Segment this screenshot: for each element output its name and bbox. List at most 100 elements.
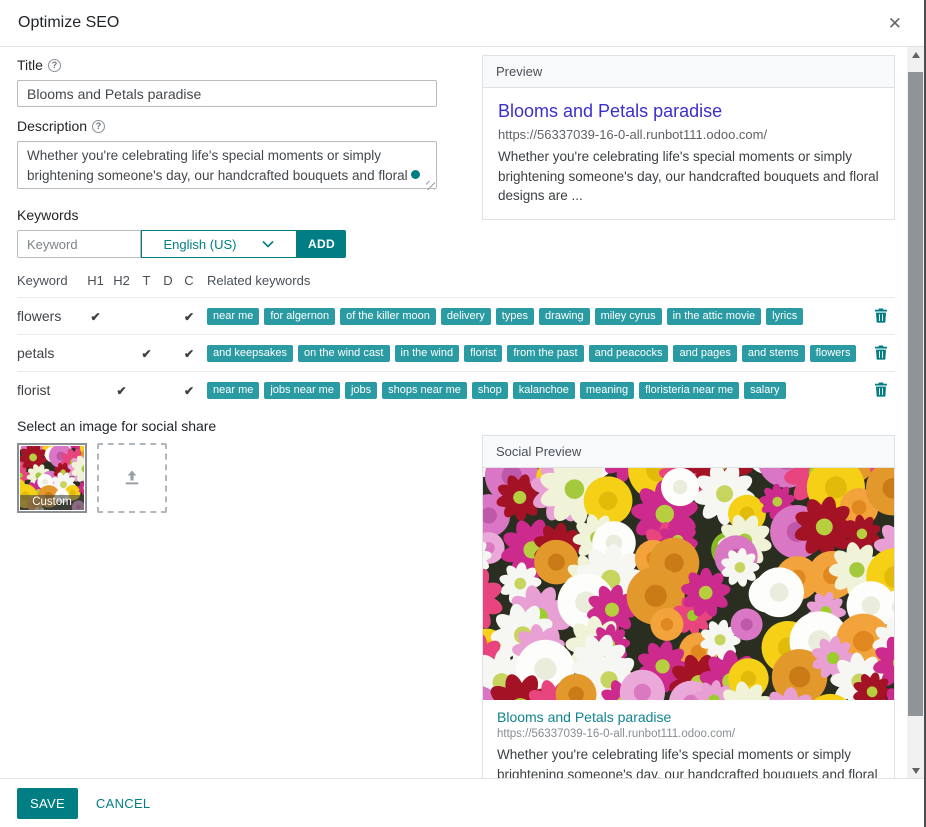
title-input[interactable]	[17, 80, 437, 107]
chevron-down-icon	[262, 240, 274, 248]
language-select[interactable]: English (US)	[141, 230, 297, 258]
check-h1: ✔	[83, 308, 108, 324]
dialog-footer: SAVE CANCEL	[0, 778, 924, 827]
related-keyword-tag[interactable]: and keepsakes	[207, 345, 293, 362]
col-d: D	[158, 273, 178, 288]
related-keywords: and keepsakes on the wind cast in the wind…	[207, 345, 873, 362]
check-t: ✔	[135, 345, 158, 361]
social-select-label-text: Select an image for social share	[17, 418, 216, 434]
keyword-input[interactable]	[17, 230, 141, 258]
social-preview-title: Blooms and Petals paradise	[497, 709, 880, 725]
close-icon[interactable]: ✕	[884, 13, 906, 34]
delete-keyword-button[interactable]	[873, 345, 889, 361]
related-keyword-tag[interactable]: kalanchoe	[513, 382, 575, 399]
preview-result-url: https://56337039-16-0-all.runbot111.odoo…	[498, 127, 879, 142]
related-keyword-tag[interactable]: salary	[744, 382, 785, 399]
scrollbar-up-arrow[interactable]	[907, 47, 924, 62]
dialog-body: Title ? Description ? Keywords	[0, 47, 924, 778]
language-select-value: English (US)	[164, 237, 237, 252]
title-label: Title ?	[17, 57, 437, 73]
title-label-text: Title	[17, 57, 43, 73]
social-select-label: Select an image for social share	[17, 418, 216, 434]
scrollbar	[907, 47, 924, 778]
related-keyword-tag[interactable]: miley cyrus	[595, 308, 662, 325]
related-keyword-tag[interactable]: for algernon	[264, 308, 335, 325]
social-preview-image	[483, 468, 894, 700]
social-preview-panel: Social Preview Blooms and Petals paradis…	[482, 435, 895, 778]
related-keyword-tag[interactable]: floristeria near me	[639, 382, 739, 399]
add-keyword-button[interactable]: ADD	[297, 230, 346, 258]
preview-result-title: Blooms and Petals paradise	[498, 101, 879, 122]
checkmark-icon: ✔	[141, 347, 151, 361]
description-textarea[interactable]	[17, 141, 437, 189]
related-keyword-tag[interactable]: florist	[464, 345, 502, 362]
preview-panel-header: Preview	[483, 56, 894, 88]
preview-panel: Preview Blooms and Petals paradise https…	[482, 55, 895, 220]
keyword-rows: flowers ✔ ✔ near me for algernon of the kille…	[17, 297, 895, 408]
keyword-cell: florist	[17, 382, 83, 398]
checkmark-icon: ✔	[184, 310, 194, 324]
keyword-table-row: florist ✔ ✔ near me jobs near me jobs shops ne…	[17, 371, 895, 408]
resize-grip-icon[interactable]	[426, 181, 435, 190]
cancel-button[interactable]: CANCEL	[96, 796, 151, 811]
related-keyword-tag[interactable]: delivery	[441, 308, 491, 325]
check-h2: ✔	[108, 382, 135, 398]
related-keyword-tag[interactable]: from the past	[507, 345, 583, 362]
upload-icon	[122, 468, 142, 488]
social-preview-url: https://56337039-16-0-all.runbot111.odoo…	[497, 728, 880, 740]
description-field-group: Description ?	[17, 118, 437, 194]
keyword-cell: flowers	[17, 308, 83, 324]
social-preview-description: Whether you're celebrating life's specia…	[497, 745, 880, 778]
keyword-table-row: flowers ✔ ✔ near me for algernon of the kille…	[17, 297, 895, 334]
related-keyword-tag[interactable]: on the wind cast	[298, 345, 390, 362]
related-keyword-tag[interactable]: and pages	[673, 345, 736, 362]
social-preview-header: Social Preview	[483, 436, 894, 468]
related-keyword-tag[interactable]: in the attic movie	[667, 308, 762, 325]
related-keyword-tag[interactable]: meaning	[580, 382, 634, 399]
save-button[interactable]: SAVE	[17, 788, 78, 819]
related-keyword-tag[interactable]: and peacocks	[589, 345, 669, 362]
help-icon: ?	[92, 120, 105, 133]
related-keyword-tag[interactable]: in the wind	[395, 345, 460, 362]
checkmark-icon: ✔	[184, 384, 194, 398]
related-keyword-tag[interactable]: and stems	[742, 345, 805, 362]
related-keyword-tag[interactable]: flowers	[810, 345, 857, 362]
description-label-text: Description	[17, 118, 87, 134]
upload-image-button[interactable]	[97, 443, 167, 513]
related-keyword-tag[interactable]: lyrics	[766, 308, 803, 325]
col-related-keywords: Related keywords	[207, 273, 895, 288]
custom-image-thumbnail[interactable]: Custom	[17, 443, 87, 513]
related-keyword-tag[interactable]: shop	[472, 382, 508, 399]
dialog-header: Optimize SEO ✕	[0, 0, 924, 47]
related-keyword-tag[interactable]: near me	[207, 382, 259, 399]
related-keyword-tag[interactable]: types	[496, 308, 534, 325]
checkmark-icon: ✔	[90, 310, 100, 324]
related-keyword-tag[interactable]: drawing	[539, 308, 590, 325]
keywords-label: Keywords	[17, 207, 346, 223]
check-c: ✔	[178, 382, 200, 398]
related-keyword-tag[interactable]: shops near me	[382, 382, 467, 399]
scrollbar-thumb[interactable]	[908, 72, 923, 716]
keywords-label-text: Keywords	[17, 207, 78, 223]
related-keyword-tag[interactable]: jobs near me	[264, 382, 340, 399]
keyword-table-row: petals✔✔and keepsakeson the wind castin …	[17, 334, 895, 371]
check-c: ✔	[178, 308, 200, 324]
seo-status-dot-icon	[411, 170, 420, 179]
related-keyword-tag[interactable]: jobs	[345, 382, 377, 399]
related-keyword-tag[interactable]: near me	[207, 308, 259, 325]
custom-image-label: Custom	[20, 495, 84, 510]
delete-keyword-button[interactable]	[873, 308, 889, 324]
related-keywords: near me for algernon of the killer moon del…	[207, 308, 873, 325]
col-c: C	[178, 273, 200, 288]
col-t: T	[135, 273, 158, 288]
checkmark-icon: ✔	[116, 384, 126, 398]
scrollbar-down-arrow[interactable]	[907, 763, 924, 778]
keyword-table-header: Keyword H1 H2 T D C Related keywords	[17, 273, 895, 297]
preview-result-description: Whether you're celebrating life's specia…	[498, 147, 879, 206]
related-keyword-tag[interactable]: of the killer moon	[340, 308, 436, 325]
delete-keyword-button[interactable]	[873, 382, 889, 398]
keyword-table: Keyword H1 H2 T D C Related keywords flo…	[17, 273, 895, 408]
keywords-field-group: Keywords English (US) ADD	[17, 207, 346, 258]
optimize-seo-dialog: Optimize SEO ✕ Title ? Description ?	[0, 0, 926, 827]
social-image-group: Select an image for social share Custom	[17, 418, 216, 513]
